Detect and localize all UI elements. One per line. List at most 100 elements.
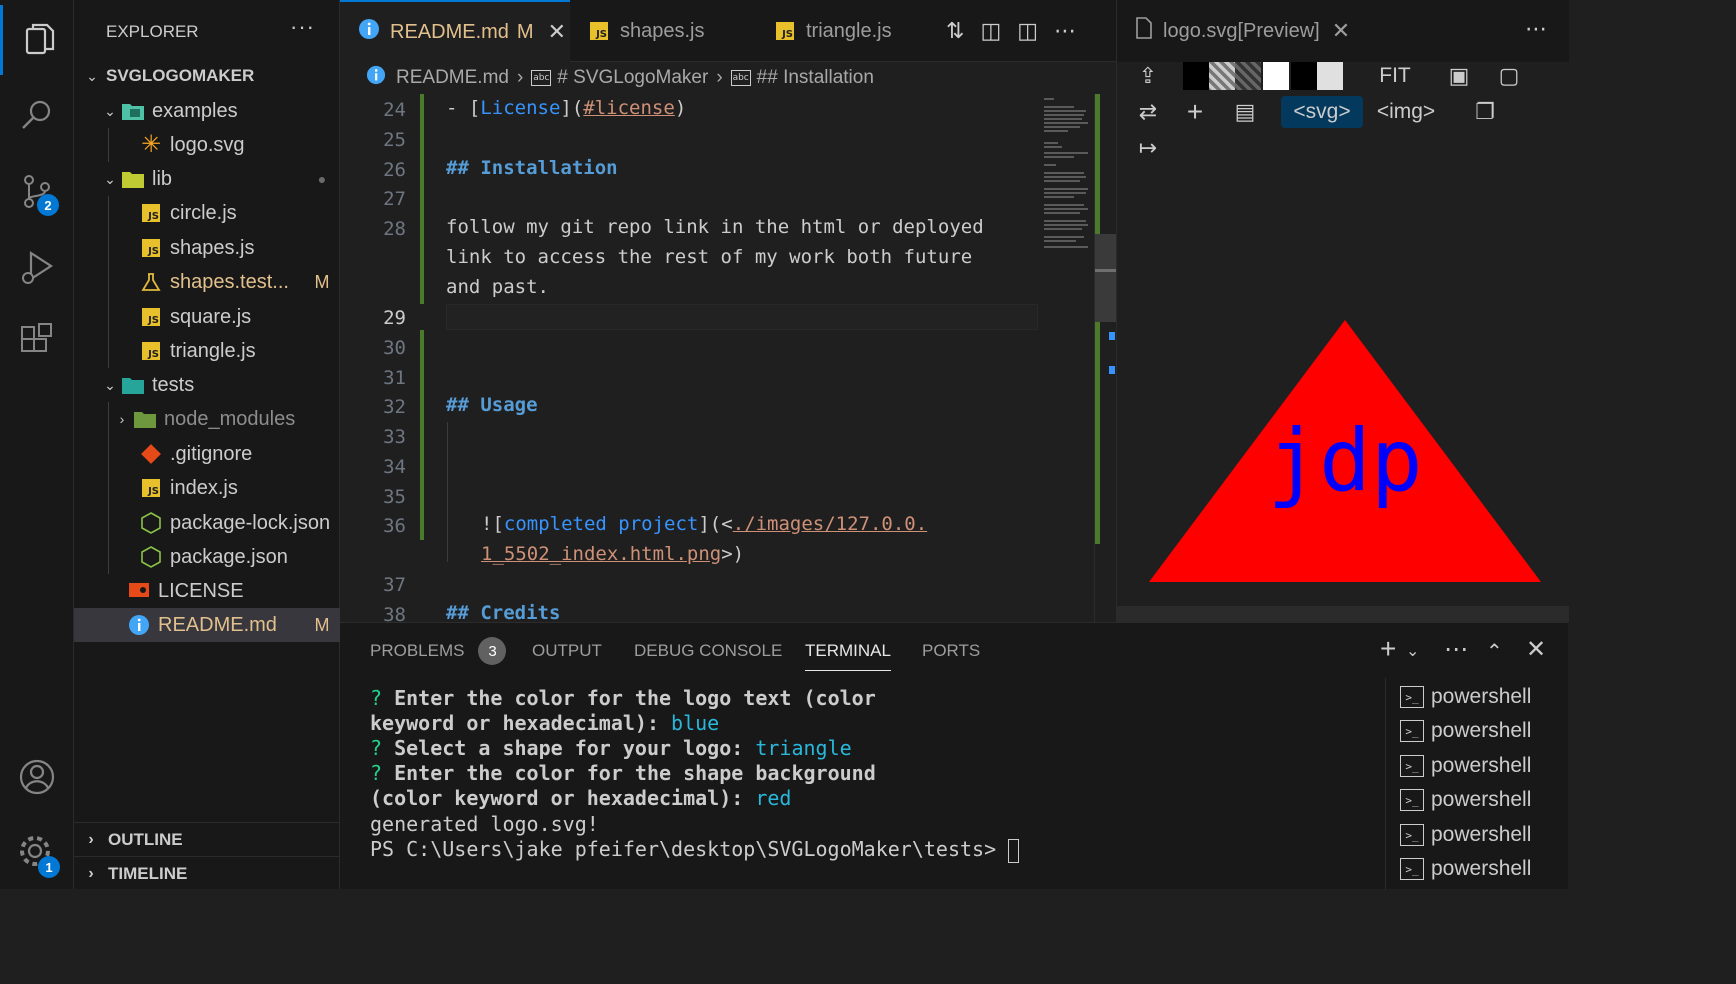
close-panel-icon[interactable]: ✕ xyxy=(1526,635,1546,664)
info-icon xyxy=(366,65,386,91)
tree-folder-examples[interactable]: ⌄ examples xyxy=(74,94,340,128)
terminal-icon: >_ xyxy=(1400,720,1424,742)
breadcrumb-heading[interactable]: # SVGLogoMaker xyxy=(557,67,708,89)
background-checker-dark-swatch[interactable] xyxy=(1235,62,1261,90)
more-actions-icon[interactable]: ··· xyxy=(290,14,315,40)
run-debug-icon[interactable] xyxy=(0,232,74,302)
arrow-right-bar-icon[interactable]: ↦ xyxy=(1129,132,1167,164)
new-terminal-icon[interactable]: + xyxy=(1380,633,1396,665)
code-editor[interactable]: 24 - [License](#license) 25 26 ## Instal… xyxy=(340,94,1116,622)
add-icon[interactable]: + xyxy=(1177,96,1213,128)
tree-folder-tests[interactable]: ⌄ tests xyxy=(74,368,340,402)
line-number: 32 xyxy=(383,396,406,418)
tab-ports[interactable]: PORTS xyxy=(922,623,980,679)
copy-icon[interactable]: ❐ xyxy=(1467,96,1503,128)
explorer-icon[interactable] xyxy=(0,5,74,75)
split-editor-icon[interactable]: ◫ xyxy=(1017,18,1038,44)
editor-scrollbar[interactable] xyxy=(1094,94,1117,622)
terminal-prompt[interactable]: PS C:\Users\jake pfeifer\desktop\SVGLogo… xyxy=(370,837,1020,863)
background-white-swatch[interactable] xyxy=(1263,62,1289,90)
background-black-swatch[interactable] xyxy=(1291,62,1317,90)
more-actions-icon[interactable]: ⋯ xyxy=(1054,18,1076,44)
tree-folder-node-modules[interactable]: › node_modules xyxy=(74,402,340,436)
breadcrumb-file[interactable]: README.md xyxy=(396,67,509,89)
code-line: and past. xyxy=(446,276,549,298)
file-icon xyxy=(1135,17,1153,45)
line-number: 37 xyxy=(383,574,406,596)
preview-horizontal-scrollbar[interactable] xyxy=(1117,606,1569,622)
svg-preview-panel: logo.svg[Preview] ✕ ⋯ ⇪ FIT ▣ ▢ ⇄ + ▤ <s… xyxy=(1116,0,1569,622)
js-file-icon: JS xyxy=(138,306,164,328)
breadcrumb: README.md › abc # SVGLogoMaker › abc ## … xyxy=(340,62,1116,94)
tree-file-shapes-test[interactable]: shapes.test... M xyxy=(74,265,340,299)
code-line: - [License](#license) xyxy=(446,97,687,119)
fullscreen-icon[interactable]: ▢ xyxy=(1491,60,1527,92)
js-file-icon: JS xyxy=(138,340,164,362)
tree-file-circle-js[interactable]: JS circle.js xyxy=(74,196,340,230)
tree-file-triangle-js[interactable]: JS triangle.js xyxy=(74,334,340,368)
pin-icon[interactable]: ⇪ xyxy=(1129,60,1167,92)
outline-section[interactable]: › OUTLINE xyxy=(74,822,340,856)
tab-problems[interactable]: PROBLEMS 3 xyxy=(370,623,507,679)
tree-file-readme[interactable]: README.md M xyxy=(74,608,340,642)
swap-icon[interactable]: ⇄ xyxy=(1129,96,1167,128)
tab-shapes-js[interactable]: JS shapes.js xyxy=(572,0,756,62)
logo-text: jdp xyxy=(1267,411,1422,511)
open-preview-icon[interactable]: ◫ xyxy=(980,18,1001,44)
info-icon xyxy=(358,18,380,46)
tree-file-logo-svg[interactable]: ✳ logo.svg xyxy=(74,128,340,162)
tree-file-package-json[interactable]: package.json xyxy=(74,540,340,574)
line-number: 29 xyxy=(383,307,406,329)
breadcrumb-subheading[interactable]: ## Installation xyxy=(757,67,874,89)
tree-folder-lib[interactable]: ⌄ lib ● xyxy=(74,162,340,196)
compare-changes-icon[interactable]: ⇅ xyxy=(946,18,964,44)
tab-triangle-js[interactable]: JS triangle.js xyxy=(758,0,928,62)
source-control-icon[interactable]: 2 xyxy=(0,156,74,226)
terminal-instance[interactable]: >_ powershell xyxy=(1400,783,1531,817)
chevron-down-icon[interactable]: ⌄ xyxy=(1406,641,1419,661)
timeline-section[interactable]: › TIMELINE xyxy=(74,856,340,890)
tree-file-index-js[interactable]: JS index.js xyxy=(74,471,340,505)
background-black-swatch[interactable] xyxy=(1183,62,1209,90)
tab-output[interactable]: OUTPUT xyxy=(532,623,602,679)
tab-debug-console[interactable]: DEBUG CONSOLE xyxy=(634,623,782,679)
license-icon xyxy=(126,580,152,602)
background-gray-swatch[interactable] xyxy=(1317,62,1343,90)
chevron-right-icon: › xyxy=(88,830,94,848)
terminal-icon: >_ xyxy=(1400,686,1424,708)
chevron-right-icon: › xyxy=(516,67,524,88)
background-checker-light-swatch[interactable] xyxy=(1209,62,1235,90)
account-icon[interactable] xyxy=(0,742,74,812)
settings-gear-icon[interactable]: 1 xyxy=(0,818,74,888)
terminal-instance[interactable]: >_ powershell xyxy=(1400,749,1531,783)
extensions-icon[interactable] xyxy=(0,306,74,376)
terminal-instance[interactable]: >_ powershell xyxy=(1400,680,1531,714)
search-icon[interactable] xyxy=(0,80,74,150)
tree-file-gitignore[interactable]: .gitignore xyxy=(74,437,340,471)
tree-file-package-lock[interactable]: package-lock.json xyxy=(74,506,340,540)
tab-logo-preview[interactable]: logo.svg[Preview] ✕ xyxy=(1117,0,1357,62)
workspace-root[interactable]: ⌄ SVGLOGOMAKER xyxy=(74,59,340,93)
terminal-instance[interactable]: >_ powershell xyxy=(1400,714,1531,748)
img-mode-button[interactable]: <img> xyxy=(1367,96,1445,128)
document-icon[interactable]: ▤ xyxy=(1227,96,1263,128)
maximize-panel-icon[interactable]: ⌃ xyxy=(1486,639,1503,664)
terminal-instance[interactable]: >_ powershell xyxy=(1400,852,1531,886)
tab-readme[interactable]: README.md M ✕ xyxy=(340,0,570,62)
settings-badge: 1 xyxy=(38,856,60,878)
svg-mode-button[interactable]: <svg> xyxy=(1281,96,1363,128)
minimap[interactable] xyxy=(1040,94,1094,254)
zoom-fit-icon[interactable]: ▣ xyxy=(1441,60,1477,92)
more-actions-icon[interactable]: ⋯ xyxy=(1525,16,1547,42)
scrollbar-thumb[interactable] xyxy=(1095,234,1117,322)
tree-file-shapes-js[interactable]: JS shapes.js xyxy=(74,231,340,265)
close-icon[interactable]: ✕ xyxy=(548,19,566,45)
terminal-icon: >_ xyxy=(1400,858,1424,880)
tab-terminal[interactable]: TERMINAL xyxy=(805,623,891,679)
more-actions-icon[interactable]: ⋯ xyxy=(1444,635,1468,664)
tree-file-license[interactable]: LICENSE xyxy=(74,574,340,608)
fit-button[interactable]: FIT xyxy=(1371,60,1419,92)
tree-file-square-js[interactable]: JS square.js xyxy=(74,300,340,334)
close-icon[interactable]: ✕ xyxy=(1332,18,1350,44)
terminal-instance[interactable]: >_ powershell xyxy=(1400,818,1531,852)
